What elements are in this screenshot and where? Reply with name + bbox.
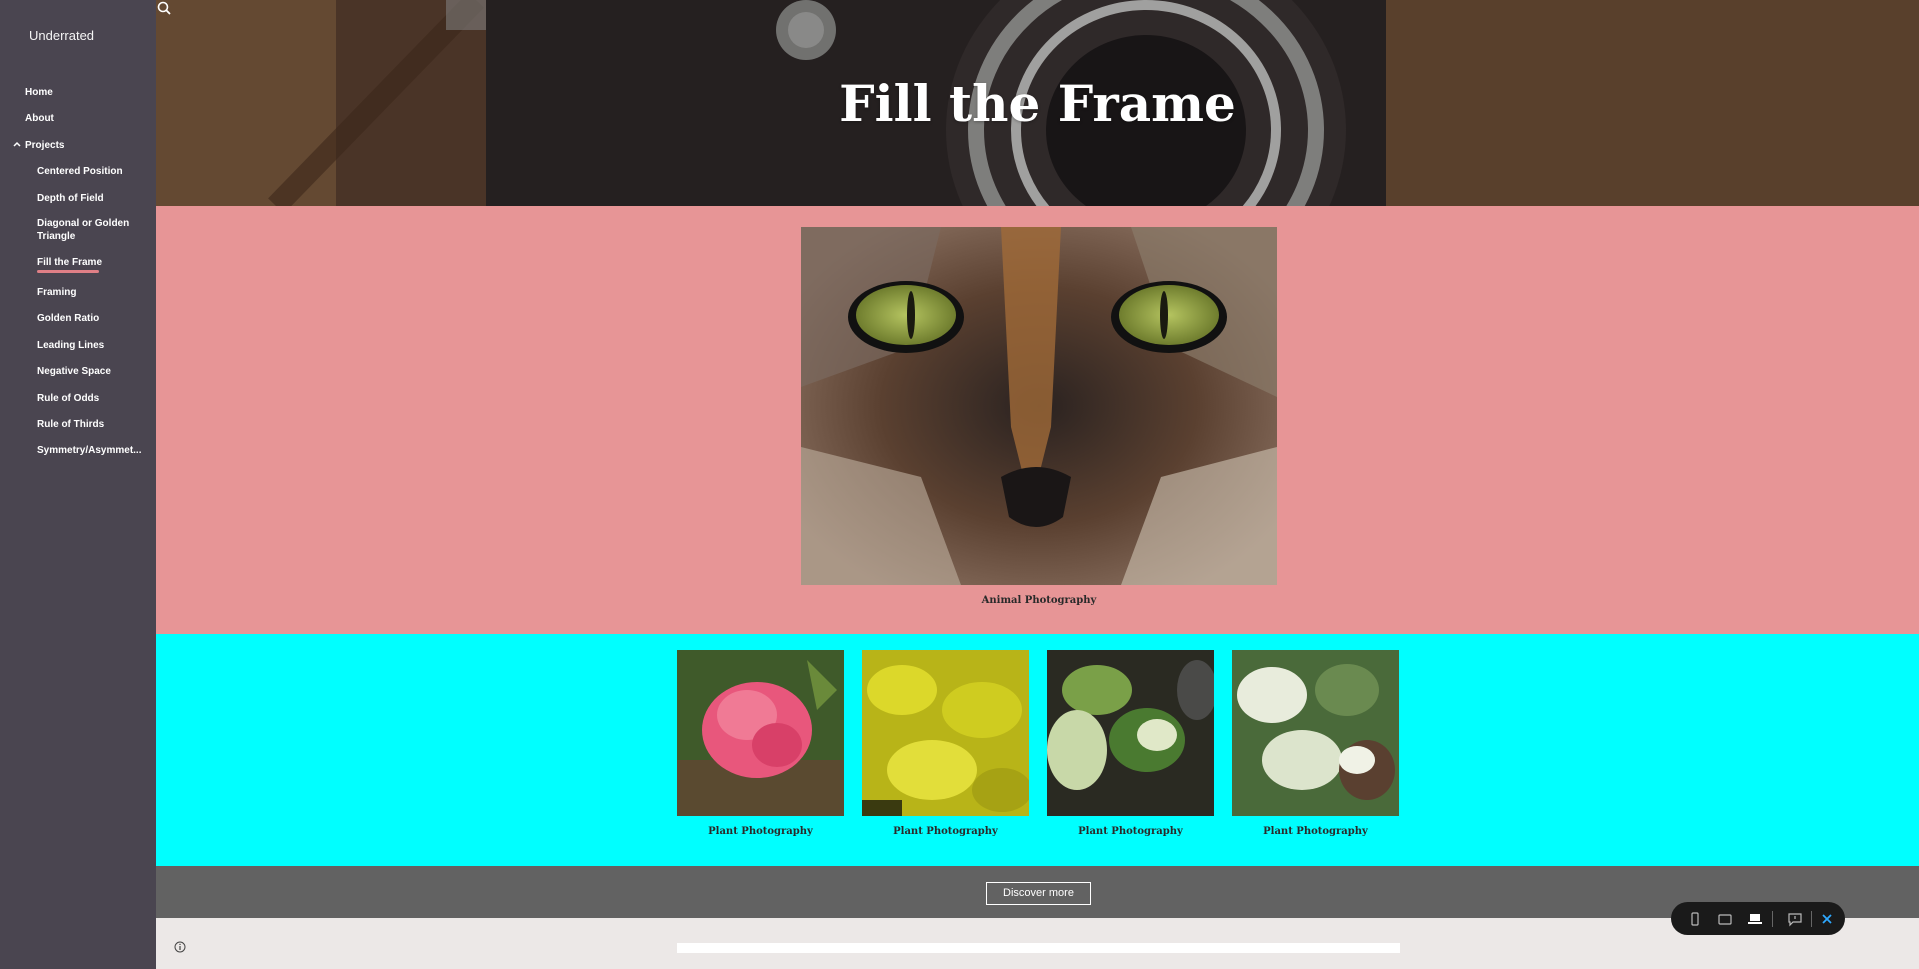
cat-photo[interactable] (801, 227, 1277, 585)
nav-item-framing[interactable]: Framing (37, 286, 145, 299)
plant-caption-3: Plant Photography (1078, 826, 1183, 837)
hero-banner: Fill the Frame (156, 0, 1919, 206)
preview-toolbar (1671, 902, 1845, 935)
search-icon[interactable] (156, 0, 172, 16)
close-icon[interactable] (1819, 911, 1835, 927)
plant-photo-3[interactable] (1047, 650, 1214, 816)
nav-item-diagonal-golden-triangle[interactable]: Diagonal or Golden Triangle (37, 217, 145, 243)
cta-section: Discover more (156, 866, 1919, 918)
nav-item-leading-lines[interactable]: Leading Lines (37, 339, 145, 352)
discover-more-button[interactable]: Discover more (986, 882, 1091, 905)
nav-item-golden-ratio[interactable]: Golden Ratio (37, 312, 145, 325)
plant-photo-2[interactable] (862, 650, 1029, 816)
nav-item-rule-of-odds[interactable]: Rule of Odds (37, 392, 145, 405)
nav-item-rule-of-thirds[interactable]: Rule of Thirds (37, 418, 145, 431)
footer-bar (677, 943, 1400, 953)
plant-caption-1: Plant Photography (708, 826, 813, 837)
info-icon[interactable] (174, 941, 186, 953)
plant-photo-4[interactable] (1232, 650, 1399, 816)
featured-caption: Animal Photography (981, 595, 1097, 606)
nav-item-depth-of-field[interactable]: Depth of Field (37, 192, 145, 205)
plant-caption-4: Plant Photography (1263, 826, 1368, 837)
toolbar-divider (1772, 911, 1773, 927)
phone-icon[interactable] (1687, 911, 1703, 927)
tablet-icon[interactable] (1717, 911, 1733, 927)
plant-photo-1[interactable] (677, 650, 844, 816)
nav-item-projects[interactable]: Projects (25, 139, 64, 152)
nav-item-negative-space[interactable]: Negative Space (37, 365, 145, 378)
laptop-icon[interactable] (1747, 911, 1763, 927)
nav-item-about[interactable]: About (25, 112, 54, 125)
gallery-section: Plant Photography Plant Photography Plan… (156, 634, 1919, 866)
nav-item-symmetry-asymmetry[interactable]: Symmetry/Asymmet... (37, 444, 145, 457)
chevron-up-icon[interactable] (12, 139, 22, 149)
plant-caption-2: Plant Photography (893, 826, 998, 837)
nav-item-centered-position[interactable]: Centered Position (37, 165, 145, 178)
feedback-icon[interactable] (1787, 911, 1803, 927)
toolbar-divider (1811, 911, 1812, 927)
site-title[interactable]: Underrated (29, 28, 94, 43)
featured-section: Animal Photography (156, 206, 1919, 634)
nav-item-home[interactable]: Home (25, 86, 53, 99)
sidebar-nav: Underrated Home About Projects Centered … (0, 0, 156, 969)
footer (156, 918, 1919, 969)
page-title: Fill the Frame (839, 74, 1236, 133)
active-nav-indicator (37, 270, 99, 273)
nav-item-fill-the-frame[interactable]: Fill the Frame (37, 256, 145, 269)
